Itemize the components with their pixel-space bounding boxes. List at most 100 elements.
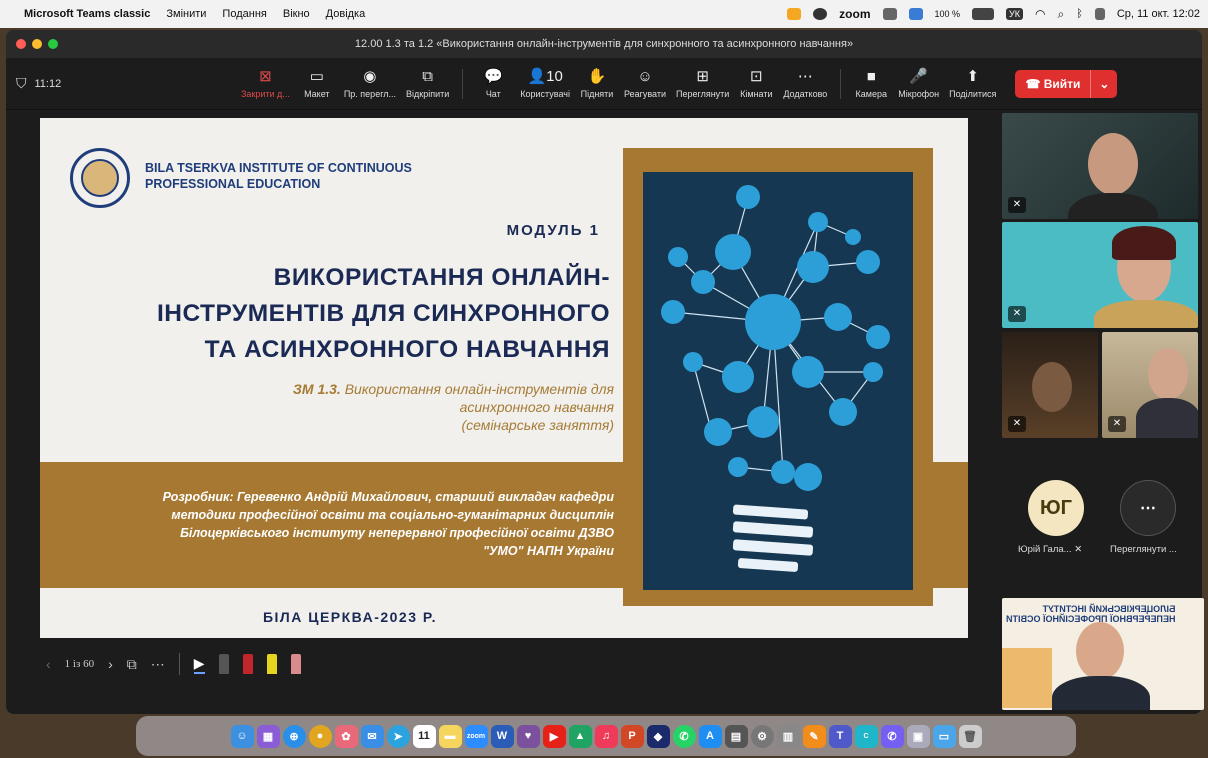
- rooms-button[interactable]: ⊡ Кімнати: [739, 68, 773, 99]
- calculator-icon[interactable]: ▤: [724, 724, 748, 748]
- title-line: ТА АСИНХРОННОГО НАВЧАННЯ: [204, 336, 610, 363]
- drive-icon[interactable]: ▲: [568, 724, 592, 748]
- safari-icon[interactable]: ⊕: [282, 724, 306, 748]
- pointer-icon[interactable]: ▶: [193, 655, 205, 674]
- leave-button[interactable]: ☎ Вийти ⌄: [1015, 69, 1118, 98]
- app-store-icon[interactable]: A: [698, 724, 722, 748]
- printer-icon[interactable]: ▥: [776, 724, 800, 748]
- music-icon[interactable]: ♫: [594, 724, 618, 748]
- menu-edit[interactable]: Змінити: [166, 8, 206, 20]
- previous-slide-icon[interactable]: ‹: [46, 656, 51, 672]
- author-line: Білоцерківського інституту неперервної п…: [180, 526, 614, 540]
- trash-icon[interactable]: 🗑: [958, 724, 982, 748]
- wifi-icon[interactable]: ◠: [1035, 7, 1045, 21]
- eraser-icon[interactable]: [290, 654, 301, 674]
- whatsapp-icon[interactable]: ✆: [672, 724, 696, 748]
- view-button[interactable]: ⊞ Переглянути: [676, 67, 729, 99]
- clock[interactable]: Ср, 11 окт. 12:02: [1117, 8, 1200, 20]
- finder-icon[interactable]: ☺: [230, 724, 254, 748]
- notes-icon[interactable]: ▬: [438, 724, 462, 748]
- viber-icon[interactable]: ♥: [516, 724, 540, 748]
- chrome-icon[interactable]: ●: [308, 724, 332, 748]
- zoom-icon[interactable]: zoom: [464, 724, 488, 748]
- menu-window[interactable]: Вікно: [283, 8, 310, 20]
- mic-status-icon[interactable]: [787, 8, 802, 20]
- battery-icon[interactable]: [972, 8, 995, 20]
- app-icon[interactable]: ◆: [646, 724, 670, 748]
- participant-body: [1094, 300, 1198, 328]
- camera-button[interactable]: ■ Камера: [854, 68, 888, 99]
- mic-muted-icon: ✕: [1108, 416, 1126, 432]
- mail-icon[interactable]: ✉: [360, 724, 384, 748]
- settings-icon[interactable]: ⚙: [750, 724, 774, 748]
- view-more-button[interactable]: ⋯: [1120, 480, 1176, 536]
- youtube-icon[interactable]: ▶: [542, 724, 566, 748]
- next-slide-icon[interactable]: ›: [108, 656, 113, 672]
- fullscreen-window-icon[interactable]: [48, 39, 58, 49]
- stop-share-button[interactable]: ⊠ Закрити д...: [241, 68, 290, 99]
- photos-icon[interactable]: ✿: [334, 724, 358, 748]
- chat-icon: 💬: [483, 67, 503, 85]
- window-controls: [16, 39, 58, 49]
- button-label: Пр. перегл...: [343, 88, 397, 99]
- chevron-down-icon[interactable]: ⌄: [1090, 69, 1117, 98]
- menu-view[interactable]: Подання: [222, 8, 266, 20]
- button-label: Макет: [304, 88, 330, 99]
- share-button[interactable]: ⬆ Поділитися: [949, 68, 996, 99]
- button-label: Підняти: [580, 88, 614, 99]
- word-icon[interactable]: W: [490, 724, 514, 748]
- participant-face: [1088, 133, 1138, 195]
- search-icon[interactable]: ⌕: [1057, 7, 1064, 22]
- more-button[interactable]: ⋯ Додатково: [783, 68, 827, 99]
- microphone-button[interactable]: 🎤 Мікрофон: [898, 67, 939, 99]
- control-center-icon[interactable]: [1094, 8, 1105, 20]
- canva-icon[interactable]: C: [854, 724, 878, 748]
- pencil-icon[interactable]: ✎: [802, 724, 826, 748]
- highlighter-icon[interactable]: [266, 654, 277, 674]
- laser-pen-icon[interactable]: [218, 654, 229, 674]
- layout-button[interactable]: ▭ Макет: [300, 68, 334, 99]
- vpn-icon[interactable]: [882, 8, 897, 20]
- more-icon[interactable]: ⋯: [151, 656, 165, 673]
- institute-name: BILA TSERKVA INSTITUTE OF CONTINUOUS PRO…: [145, 161, 412, 191]
- powerpoint-icon[interactable]: P: [620, 724, 644, 748]
- grid-icon: ⊞: [696, 67, 709, 85]
- status-area: zoom 100 % УК ◠ ⌕ ᛒ Ср, 11 окт. 12:02: [787, 7, 1200, 22]
- minimize-window-icon[interactable]: [32, 39, 42, 49]
- presenter-view-button[interactable]: ◉ Пр. перегл...: [343, 68, 397, 99]
- pen-icon[interactable]: [242, 654, 253, 674]
- shield-icon[interactable]: ⛉: [16, 75, 27, 92]
- button-label: Відкріпити: [406, 88, 450, 99]
- input-language[interactable]: УК: [1006, 8, 1023, 20]
- lightbulb-illustration: [643, 172, 913, 590]
- institute-logo: [70, 148, 130, 208]
- downloads-folder-icon[interactable]: ▭: [932, 724, 956, 748]
- pop-out-button[interactable]: ⧉ Відкріпити: [406, 68, 450, 99]
- microphone-icon: 🎤: [909, 67, 929, 85]
- menu-help[interactable]: Довідка: [326, 8, 366, 20]
- participant-avatar[interactable]: ЮГ: [1028, 480, 1084, 536]
- launchpad-icon[interactable]: ▦: [256, 724, 280, 748]
- participant-video-4[interactable]: ✕: [1102, 332, 1198, 438]
- teams-icon[interactable]: T: [828, 724, 852, 748]
- preview-icon[interactable]: ▣: [906, 724, 930, 748]
- viber-alt-icon[interactable]: ✆: [880, 724, 904, 748]
- chat-button[interactable]: 💬 Чат: [476, 67, 510, 99]
- participant-video-1[interactable]: ✕: [1002, 113, 1198, 219]
- raise-hand-button[interactable]: ✋ Підняти: [580, 68, 614, 99]
- app-status-icon[interactable]: [908, 8, 923, 20]
- shield-icon[interactable]: [813, 8, 828, 20]
- active-speaker-video[interactable]: БІЛОЦЕРКІВСЬКИЙ ІНСТИТУТ НЕПЕРЕРВНОЇ ПРО…: [1002, 598, 1204, 710]
- telegram-icon[interactable]: ➤: [386, 724, 410, 748]
- participants-button[interactable]: 👤10 Користувачі: [520, 68, 570, 99]
- participant-video-2[interactable]: ✕: [1002, 222, 1198, 328]
- menu-app-name[interactable]: Microsoft Teams classic: [24, 8, 150, 20]
- bluetooth-icon[interactable]: ᛒ: [1076, 8, 1083, 20]
- slides-grid-icon[interactable]: ⧉: [127, 656, 137, 673]
- title-line: ІНСТРУМЕНТІВ ДЛЯ СИНХРОННОГО: [156, 300, 610, 327]
- close-window-icon[interactable]: [16, 39, 26, 49]
- calendar-icon[interactable]: 11: [412, 724, 436, 748]
- participant-video-3[interactable]: ✕: [1002, 332, 1098, 438]
- react-button[interactable]: ☺ Реагувати: [624, 68, 666, 99]
- zoom-menu-label[interactable]: zoom: [839, 7, 870, 21]
